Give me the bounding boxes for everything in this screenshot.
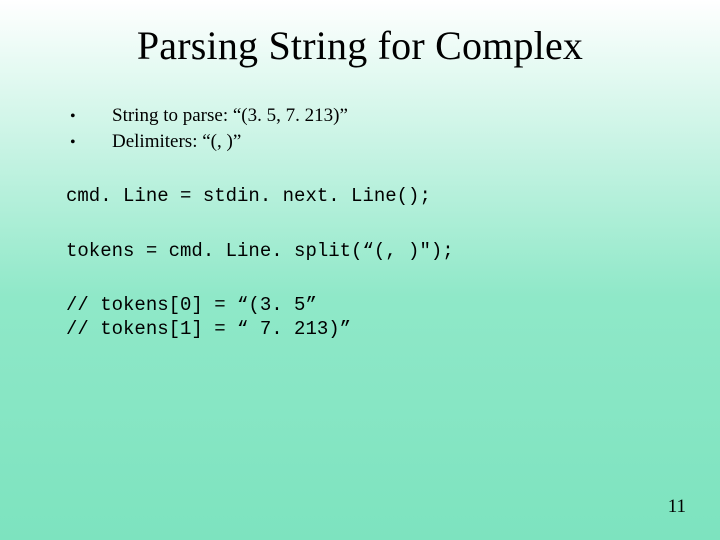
bullet-list: • String to parse: “(3. 5, 7. 213)” • De…: [0, 103, 720, 154]
code-line: // tokens[0] = “(3. 5”: [66, 293, 720, 317]
bullet-item: • Delimiters: “(, )”: [70, 129, 720, 155]
bullet-value: “(3. 5, 7. 213)”: [233, 105, 348, 126]
page-number: 11: [668, 496, 686, 518]
code-comment-block: // tokens[0] = “(3. 5” // tokens[1] = “ …: [0, 293, 720, 342]
bullet-marker: •: [70, 106, 112, 128]
bullet-text: Delimiters: “(, )”: [112, 129, 241, 155]
slide-title: Parsing String for Complex: [0, 0, 720, 69]
bullet-value: “(, )”: [202, 131, 241, 152]
slide: Parsing String for Complex • String to p…: [0, 0, 720, 540]
bullet-item: • String to parse: “(3. 5, 7. 213)”: [70, 103, 720, 129]
bullet-label: Delimiters:: [112, 131, 202, 152]
bullet-marker: •: [70, 132, 112, 154]
code-line: cmd. Line = stdin. next. Line();: [0, 184, 720, 208]
code-line: // tokens[1] = “ 7. 213)”: [66, 317, 720, 341]
bullet-text: String to parse: “(3. 5, 7. 213)”: [112, 103, 348, 129]
bullet-label: String to parse:: [112, 105, 233, 126]
code-line: tokens = cmd. Line. split(“(, )");: [0, 239, 720, 263]
